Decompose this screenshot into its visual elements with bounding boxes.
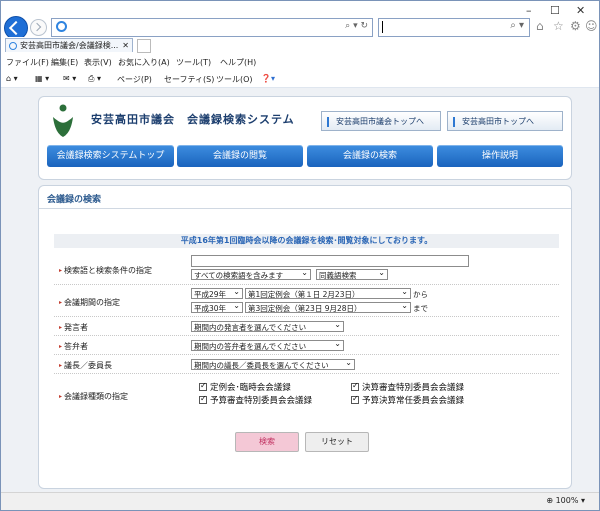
keyword-label: 検索語と検索条件の指定: [59, 265, 152, 276]
to-suffix: まで: [413, 304, 428, 313]
safety-menu[interactable]: セーフティ(S): [164, 74, 214, 85]
menu-edit[interactable]: 編集(E): [51, 57, 78, 68]
period-row: 会議期間の指定 平成29年 第1回定例会（第１日 2月23日） から 平成30年…: [54, 286, 559, 317]
new-tab-button[interactable]: [137, 39, 151, 53]
page-content: 安芸高田市議会 会議録検索システム 安芸高田市議会トップへ 安芸高田市トップへ …: [1, 88, 599, 492]
to-session-select[interactable]: 第3回定例会（第23日 9月28日）: [245, 302, 411, 313]
chair-select[interactable]: 期間内の議長／委員長を選んでください: [191, 359, 355, 370]
chair-row: 議長／委員長 期間内の議長／委員長を選んでください: [54, 356, 559, 374]
tools-menu[interactable]: ツール(O): [216, 74, 253, 85]
panel-heading: 会議録の検索: [47, 195, 102, 205]
type-label: 予算決算常任委員会会議録: [362, 396, 465, 406]
site-header: 安芸高田市議会 会議録検索システム 安芸高田市議会トップへ 安芸高田市トップへ …: [38, 96, 572, 180]
chair-label: 議長／委員長: [59, 360, 112, 371]
checkbox-icon: [351, 381, 359, 391]
search-box[interactable]: ⌕ ▾: [378, 18, 530, 37]
menu-file[interactable]: ファイル(F): [6, 57, 49, 68]
period-label: 会議期間の指定: [59, 297, 120, 308]
from-session-select[interactable]: 第1回定例会（第１日 2月23日）: [245, 288, 411, 299]
type-label: 定例会･臨時会会議録: [210, 383, 291, 393]
checkbox-icon: [351, 394, 359, 404]
forward-button[interactable]: [30, 19, 47, 36]
menu-view[interactable]: 表示(V): [84, 57, 112, 68]
search-icon[interactable]: ⌕ ▾: [510, 20, 524, 31]
address-bar[interactable]: ⌕ ▾ ↻: [51, 18, 373, 37]
respondent-select[interactable]: 期間内の答弁者を選んでください: [191, 340, 344, 351]
condition-select[interactable]: すべての検索語を含みます: [191, 269, 311, 280]
divider: [39, 208, 571, 209]
zoom-icon: ⊕: [546, 496, 556, 505]
speaker-row: 発言者 期間内の発言者を選んでください: [54, 318, 559, 336]
home-cmd-icon[interactable]: ⌂ ▾: [6, 74, 18, 83]
respondent-label: 答弁者: [59, 341, 88, 352]
mail-icon[interactable]: ✉ ▾: [63, 74, 76, 83]
status-bar: ⊕ 100% ▾: [1, 492, 599, 510]
page-menu[interactable]: ページ(P): [117, 74, 152, 85]
types-row: 会議録種類の指定 定例会･臨時会会議録 決算審査特別委員会会議録 予算審査特別委…: [54, 375, 559, 413]
tab-title: 安芸高田市議会/会議録検...: [20, 41, 119, 50]
minimize-icon[interactable]: –: [526, 4, 532, 17]
menu-help[interactable]: ヘルプ(H): [220, 57, 256, 68]
site-title: 安芸高田市議会 会議録検索システム: [91, 113, 295, 126]
tab-search-system-top[interactable]: 会議録検索システムトップ: [47, 145, 174, 167]
print-icon[interactable]: ⎙ ▾: [88, 74, 101, 84]
notice-banner: 平成16年第1回臨時会以降の会議録を検索･閲覧対象にしております。: [54, 234, 559, 248]
home-icon[interactable]: ⌂: [536, 19, 544, 33]
browser-tab[interactable]: 安芸高田市議会/会議録検... ✕: [5, 38, 133, 52]
browser-window: ⌕ ▾ ↻ ⌕ ▾ – ☐ ✕ ⌂ ☆ ⚙ ☺ 安芸高田市議会/会議録検... …: [0, 0, 600, 511]
type-checkbox-settlement[interactable]: 決算審査特別委員会会議録: [351, 381, 464, 393]
city-logo-icon: [53, 104, 73, 137]
to-year-select[interactable]: 平成30年: [191, 302, 243, 313]
menu-favorites[interactable]: お気に入り(A): [118, 57, 170, 68]
tab-browse-minutes[interactable]: 会議録の閲覧: [177, 145, 303, 167]
tab-close-icon[interactable]: ✕: [122, 39, 129, 52]
type-checkbox-regular[interactable]: 定例会･臨時会会議録: [199, 381, 291, 393]
gear-icon[interactable]: ⚙: [570, 19, 581, 33]
feeds-icon[interactable]: ▦ ▾: [35, 74, 49, 83]
checkbox-icon: [199, 394, 207, 404]
search-button[interactable]: 検索: [235, 432, 299, 452]
reset-button[interactable]: リセット: [305, 432, 369, 452]
zoom-level: 100%: [555, 496, 579, 505]
city-top-link[interactable]: 安芸高田市トップへ: [447, 111, 563, 131]
respondent-row: 答弁者 期間内の答弁者を選んでください: [54, 337, 559, 355]
from-suffix: から: [413, 290, 428, 299]
text-caret: [382, 21, 383, 33]
types-label: 会議録種類の指定: [59, 391, 128, 402]
maximize-icon[interactable]: ☐: [550, 4, 560, 17]
command-bar: ⌂ ▾ ▦ ▾ ✉ ▾ ⎙ ▾ ページ(P) セーフティ(S) ツール(O) ❓…: [1, 71, 599, 88]
search-panel: 会議録の検索 平成16年第1回臨時会以降の会議録を検索･閲覧対象にしております。…: [38, 185, 572, 489]
tab-strip: 安芸高田市議会/会議録検... ✕: [1, 37, 599, 53]
type-checkbox-budget[interactable]: 予算審査特別委員会会議録: [199, 394, 312, 406]
type-checkbox-standing[interactable]: 予算決算常任委員会会議録: [351, 394, 464, 406]
ie-icon: [56, 21, 67, 32]
type-label: 予算審査特別委員会会議録: [210, 396, 313, 406]
from-year-select[interactable]: 平成29年: [191, 288, 243, 299]
checkbox-icon: [199, 381, 207, 391]
keyword-input[interactable]: [191, 255, 469, 267]
zoom-control[interactable]: ⊕ 100% ▾: [546, 496, 585, 505]
browser-toolbar: ⌕ ▾ ↻ ⌕ ▾ – ☐ ✕ ⌂ ☆ ⚙ ☺: [1, 1, 599, 40]
type-label: 決算審査特別委員会会議録: [362, 383, 465, 393]
menu-tools[interactable]: ツール(T): [176, 57, 211, 68]
speaker-label: 発言者: [59, 322, 88, 333]
council-top-link[interactable]: 安芸高田市議会トップへ: [321, 111, 441, 131]
tab-help[interactable]: 操作説明: [437, 145, 563, 167]
main-nav: 会議録検索システムトップ 会議録の閲覧 会議録の検索 操作説明: [47, 145, 563, 167]
refresh-icon[interactable]: ⌕ ▾ ↻: [345, 21, 368, 31]
star-icon[interactable]: ☆: [553, 19, 564, 33]
tab-search-minutes[interactable]: 会議録の検索: [307, 145, 433, 167]
speaker-select[interactable]: 期間内の発言者を選んでください: [191, 321, 344, 332]
keyword-row: 検索語と検索条件の指定 すべての検索語を含みます 同義語検索: [54, 254, 559, 285]
close-icon[interactable]: ✕: [576, 4, 585, 17]
help-icon[interactable]: ❓▾: [261, 74, 275, 83]
synonym-select[interactable]: 同義語検索: [316, 269, 388, 280]
menu-bar: ファイル(F) 編集(E) 表示(V) お気に入り(A) ツール(T) ヘルプ(…: [1, 54, 599, 70]
smiley-icon[interactable]: ☺: [585, 19, 598, 33]
favicon-icon: [9, 42, 17, 50]
